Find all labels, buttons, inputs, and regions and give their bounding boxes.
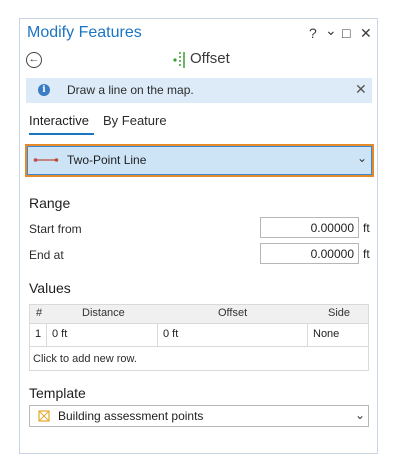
end-at-unit: ft — [363, 247, 370, 261]
range-heading: Range — [29, 195, 71, 211]
tab-interactive[interactable]: Interactive — [29, 113, 89, 128]
method-label: Two-Point Line — [67, 153, 147, 167]
values-heading: Values — [29, 280, 71, 296]
banner-message: Draw a line on the map. — [67, 83, 194, 97]
column-header-number: # — [36, 307, 43, 319]
end-at-input[interactable]: 0.00000 — [260, 243, 359, 264]
close-pane-button[interactable]: ✕ — [360, 25, 372, 42]
column-divider — [46, 324, 47, 347]
end-at-label: End at — [29, 248, 64, 262]
add-row-label: Click to add new row. — [33, 353, 137, 365]
template-heading: Template — [29, 385, 86, 401]
values-table-header — [29, 304, 369, 324]
info-icon: i — [38, 84, 50, 96]
column-header-side[interactable]: Side — [328, 307, 350, 319]
template-value: Building assessment points — [58, 409, 204, 423]
active-tab-indicator — [29, 133, 94, 135]
options-menu-button[interactable]: ⌄ — [325, 22, 337, 39]
column-header-offset[interactable]: Offset — [218, 307, 247, 319]
row-number-cell: 1 — [35, 328, 42, 340]
banner-close-icon[interactable]: ✕ — [355, 81, 367, 98]
side-cell[interactable]: None — [313, 328, 339, 340]
back-arrow-icon[interactable]: ← — [26, 52, 42, 68]
start-from-input[interactable]: 0.00000 — [260, 217, 359, 238]
offset-tool-icon — [173, 52, 185, 68]
start-from-unit: ft — [363, 221, 370, 235]
offset-cell[interactable]: 0 ft — [163, 328, 178, 340]
tab-by-feature[interactable]: By Feature — [103, 113, 167, 128]
tool-title: Offset — [190, 50, 230, 67]
column-header-distance[interactable]: Distance — [82, 307, 125, 319]
two-point-line-icon — [33, 158, 59, 162]
column-divider — [157, 324, 158, 347]
help-button[interactable]: ? — [309, 25, 317, 41]
column-divider — [307, 324, 308, 347]
start-from-label: Start from — [29, 222, 82, 236]
chevron-down-icon[interactable]: ⌄ — [355, 408, 365, 422]
chevron-down-icon[interactable]: ⌄ — [357, 151, 367, 165]
pane-title: Modify Features — [27, 24, 142, 41]
point-template-icon — [38, 410, 50, 422]
maximize-button[interactable]: □ — [342, 25, 350, 41]
distance-cell[interactable]: 0 ft — [52, 328, 67, 340]
